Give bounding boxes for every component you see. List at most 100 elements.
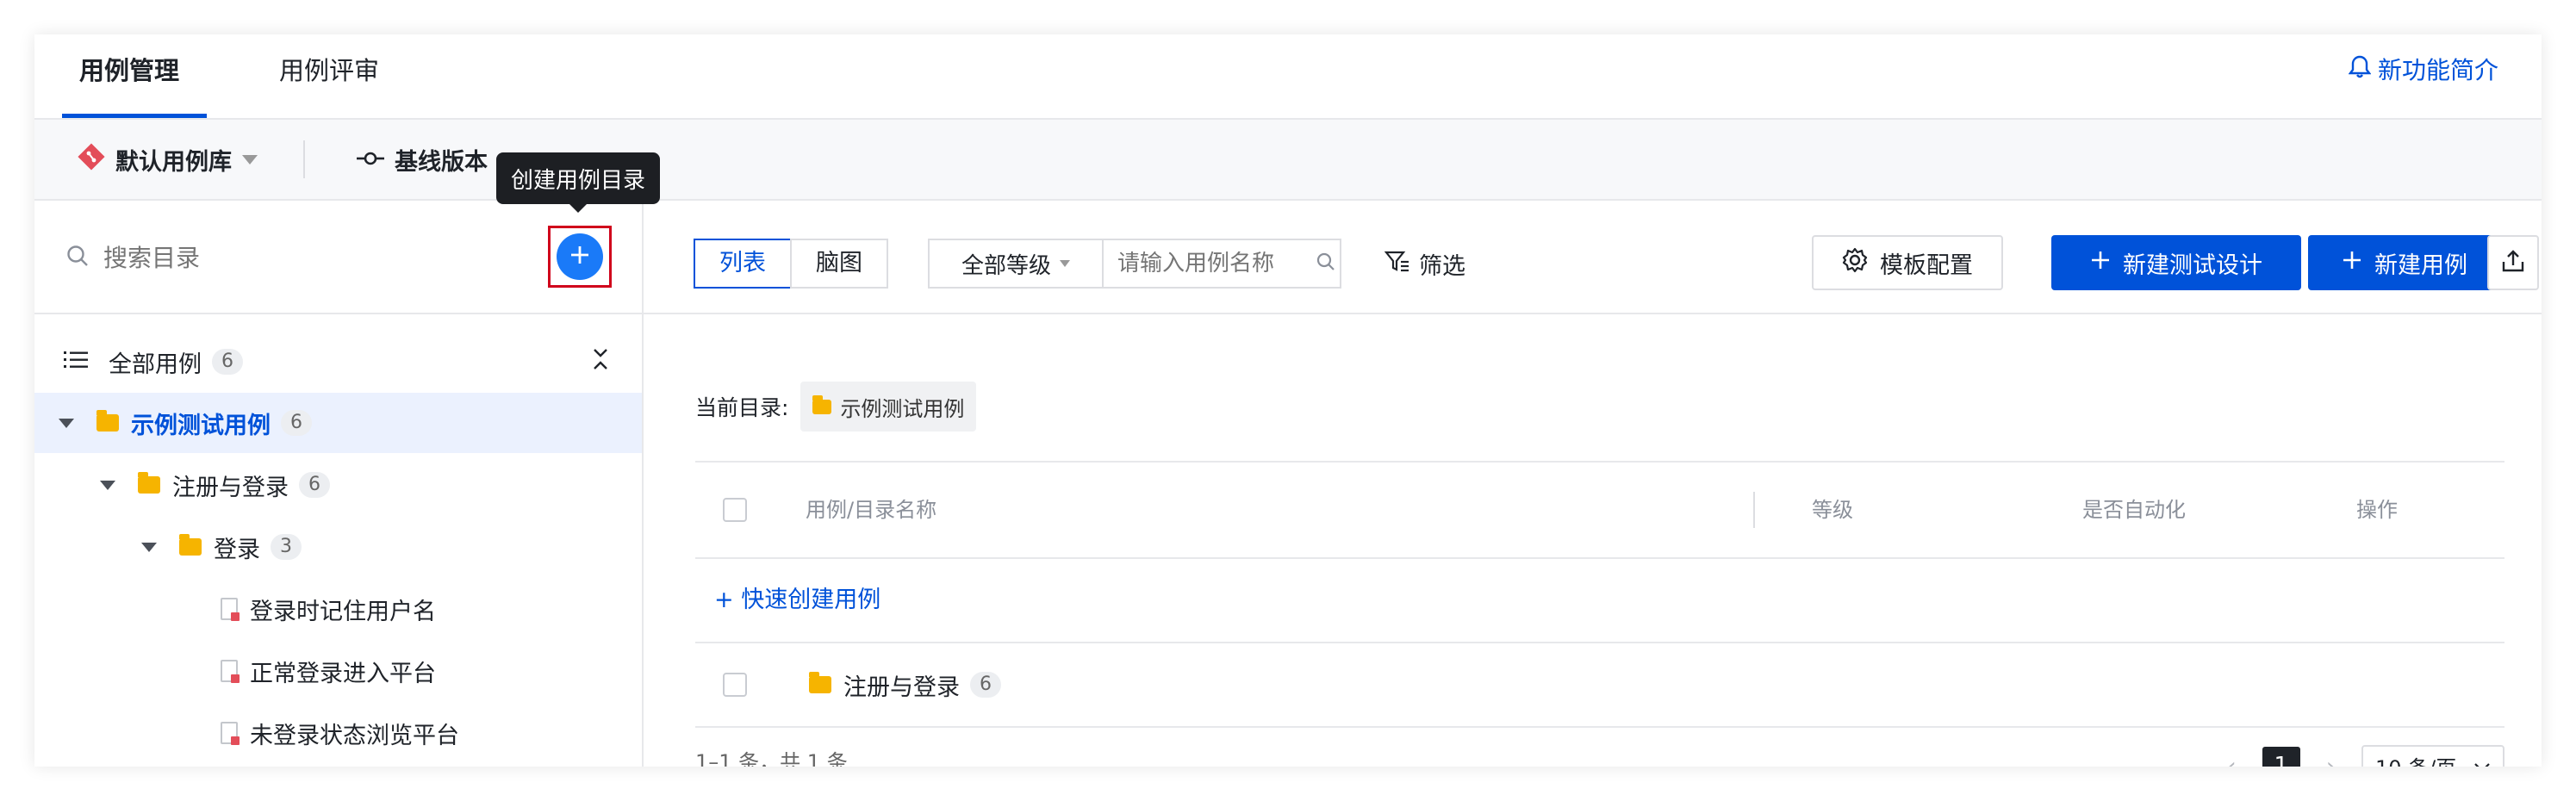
gear-icon xyxy=(1842,247,1868,279)
table-row[interactable]: 注册与登录 6 xyxy=(695,643,2504,728)
folder-icon xyxy=(138,472,160,494)
tree-label: 登录时记住用户名 xyxy=(250,598,436,625)
library-selector[interactable]: 默认用例库 xyxy=(78,120,258,199)
column-separator[interactable] xyxy=(1753,492,1755,528)
tree-item-all-cases[interactable]: 全部用例 6 xyxy=(34,332,642,392)
baseline-version-button[interactable]: 基线版本 xyxy=(357,120,488,199)
view-switch: 列表 脑图 xyxy=(694,239,888,289)
directory-search-input[interactable] xyxy=(102,242,484,273)
view-list-button[interactable]: 列表 xyxy=(694,239,792,289)
tree-item-case-browse-unlogged[interactable]: 未登录状态浏览平台 xyxy=(34,703,642,763)
count-badge: 6 xyxy=(281,410,312,436)
tree-label: 正常登录进入平台 xyxy=(250,660,436,687)
filter-icon xyxy=(1384,250,1410,278)
column-header-actions: 操作 xyxy=(2356,498,2398,522)
template-config-label: 模板配置 xyxy=(1880,251,1973,279)
active-tab-indicator xyxy=(62,114,207,118)
chevron-down-icon xyxy=(1060,260,1070,267)
library-label: 默认用例库 xyxy=(115,148,232,176)
tab-case-management[interactable]: 用例管理 xyxy=(79,34,179,118)
create-directory-tooltip: 创建用例目录 xyxy=(496,152,660,213)
new-case-button[interactable]: 新建用例 xyxy=(2308,235,2501,290)
chevron-left-icon[interactable]: ‹ xyxy=(2227,752,2237,767)
view-mindmap-button[interactable]: 脑图 xyxy=(790,239,888,289)
column-header-automated: 是否自动化 xyxy=(2082,498,2186,522)
column-header-level: 等级 xyxy=(1812,498,1853,522)
select-all-checkbox[interactable] xyxy=(723,498,747,522)
current-directory: 当前目录: 示例测试用例 xyxy=(695,382,977,432)
bell-icon xyxy=(2348,54,2372,84)
current-directory-chip: 示例测试用例 xyxy=(800,382,977,432)
tab-case-review[interactable]: 用例评审 xyxy=(279,34,379,118)
tree-label: 注册与登录 xyxy=(172,474,289,501)
top-tab-bar: 用例管理 用例评审 新功能简介 xyxy=(34,34,2542,120)
caret-down-icon[interactable] xyxy=(100,480,115,490)
tree-item-sample-cases[interactable]: 示例测试用例 6 xyxy=(34,393,642,453)
new-features-link[interactable]: 新功能简介 xyxy=(2348,52,2498,86)
row-checkbox[interactable] xyxy=(723,673,747,697)
chevron-right-icon[interactable]: › xyxy=(2326,752,2336,767)
level-select-value: 全部等级 xyxy=(961,252,1051,279)
case-file-icon xyxy=(221,660,240,683)
add-directory-highlight xyxy=(548,226,612,288)
folder-icon xyxy=(809,672,831,693)
tree-item-register-login[interactable]: 注册与登录 6 xyxy=(34,455,642,515)
directory-search-row xyxy=(34,201,642,314)
current-directory-value: 示例测试用例 xyxy=(840,396,965,421)
tree-label: 全部用例 xyxy=(109,351,202,378)
case-file-icon xyxy=(221,598,240,621)
page-size-value: 10 条/页 xyxy=(2375,751,2456,767)
export-button[interactable] xyxy=(2487,235,2539,290)
chevron-down-icon xyxy=(2473,754,2491,767)
baseline-label: 基线版本 xyxy=(395,148,488,176)
case-file-icon xyxy=(221,722,240,745)
collapse-all-icon[interactable] xyxy=(591,346,610,378)
main-toolbar: 列表 脑图 全部等级 筛选 xyxy=(644,201,2542,314)
total-count: 1–1 条，共 1 条 xyxy=(695,750,848,767)
template-config-button[interactable]: 模板配置 xyxy=(1812,235,2003,290)
directory-sidebar: 全部用例 6 示例测试用例 6 注册与登录 6 登录 3 登录时记住用户 xyxy=(34,201,644,767)
tree-item-case-normal-login[interactable]: 正常登录进入平台 xyxy=(34,641,642,701)
current-directory-label: 当前目录: xyxy=(695,395,789,420)
count-badge: 3 xyxy=(271,534,302,560)
tree-label: 示例测试用例 xyxy=(131,412,271,439)
tree-item-case-remember-username[interactable]: 登录时记住用户名 xyxy=(34,579,642,639)
case-name-search xyxy=(1102,239,1341,289)
new-features-label: 新功能简介 xyxy=(2377,56,2498,84)
page-number-current[interactable]: 1 xyxy=(2262,747,2300,767)
filter-label: 筛选 xyxy=(1419,252,1465,280)
plus-icon xyxy=(2342,250,2362,276)
table-footer: 1–1 条，共 1 条 ‹ 1 › 10 条/页 xyxy=(695,736,2504,767)
tree-label: 登录 xyxy=(214,536,260,563)
plus-icon xyxy=(569,244,591,270)
caret-down-icon[interactable] xyxy=(59,418,74,428)
chevron-down-icon xyxy=(242,154,258,165)
search-icon[interactable] xyxy=(1316,251,1336,276)
tree-item-login[interactable]: 登录 3 xyxy=(34,517,642,577)
main-panel: 列表 脑图 全部等级 筛选 xyxy=(644,201,2542,767)
folder-icon xyxy=(812,394,832,414)
count-badge: 6 xyxy=(212,349,243,375)
row-name: 注册与登录 xyxy=(843,674,960,701)
tree-label: 未登录状态浏览平台 xyxy=(250,722,459,749)
level-select[interactable]: 全部等级 xyxy=(928,239,1104,289)
case-name-input[interactable] xyxy=(1116,250,1309,277)
page-size-select[interactable]: 10 条/页 xyxy=(2361,745,2504,767)
new-test-design-button[interactable]: 新建测试设计 xyxy=(2051,235,2301,290)
directory-search xyxy=(65,233,513,282)
folder-icon xyxy=(96,410,119,432)
add-directory-button[interactable] xyxy=(557,233,603,280)
caret-down-icon[interactable] xyxy=(141,542,157,552)
export-icon xyxy=(2500,248,2526,277)
pagination: ‹ 1 › 10 条/页 xyxy=(2227,745,2504,767)
new-test-design-label: 新建测试设计 xyxy=(2123,251,2262,279)
column-header-name: 用例/目录名称 xyxy=(806,498,937,522)
folder-icon xyxy=(179,534,202,556)
new-case-label: 新建用例 xyxy=(2374,251,2467,279)
quick-create-case-link[interactable]: + 快速创建用例 xyxy=(714,559,880,642)
repo-bar: 默认用例库 基线版本 xyxy=(34,120,2542,201)
filter-button[interactable]: 筛选 xyxy=(1384,239,1465,289)
commit-icon xyxy=(357,146,384,173)
git-repo-icon xyxy=(78,142,105,177)
app-window: 用例管理 用例评审 新功能简介 默认用例库 基线版本 创建用例目录 搜索目录 全… xyxy=(34,34,2542,767)
